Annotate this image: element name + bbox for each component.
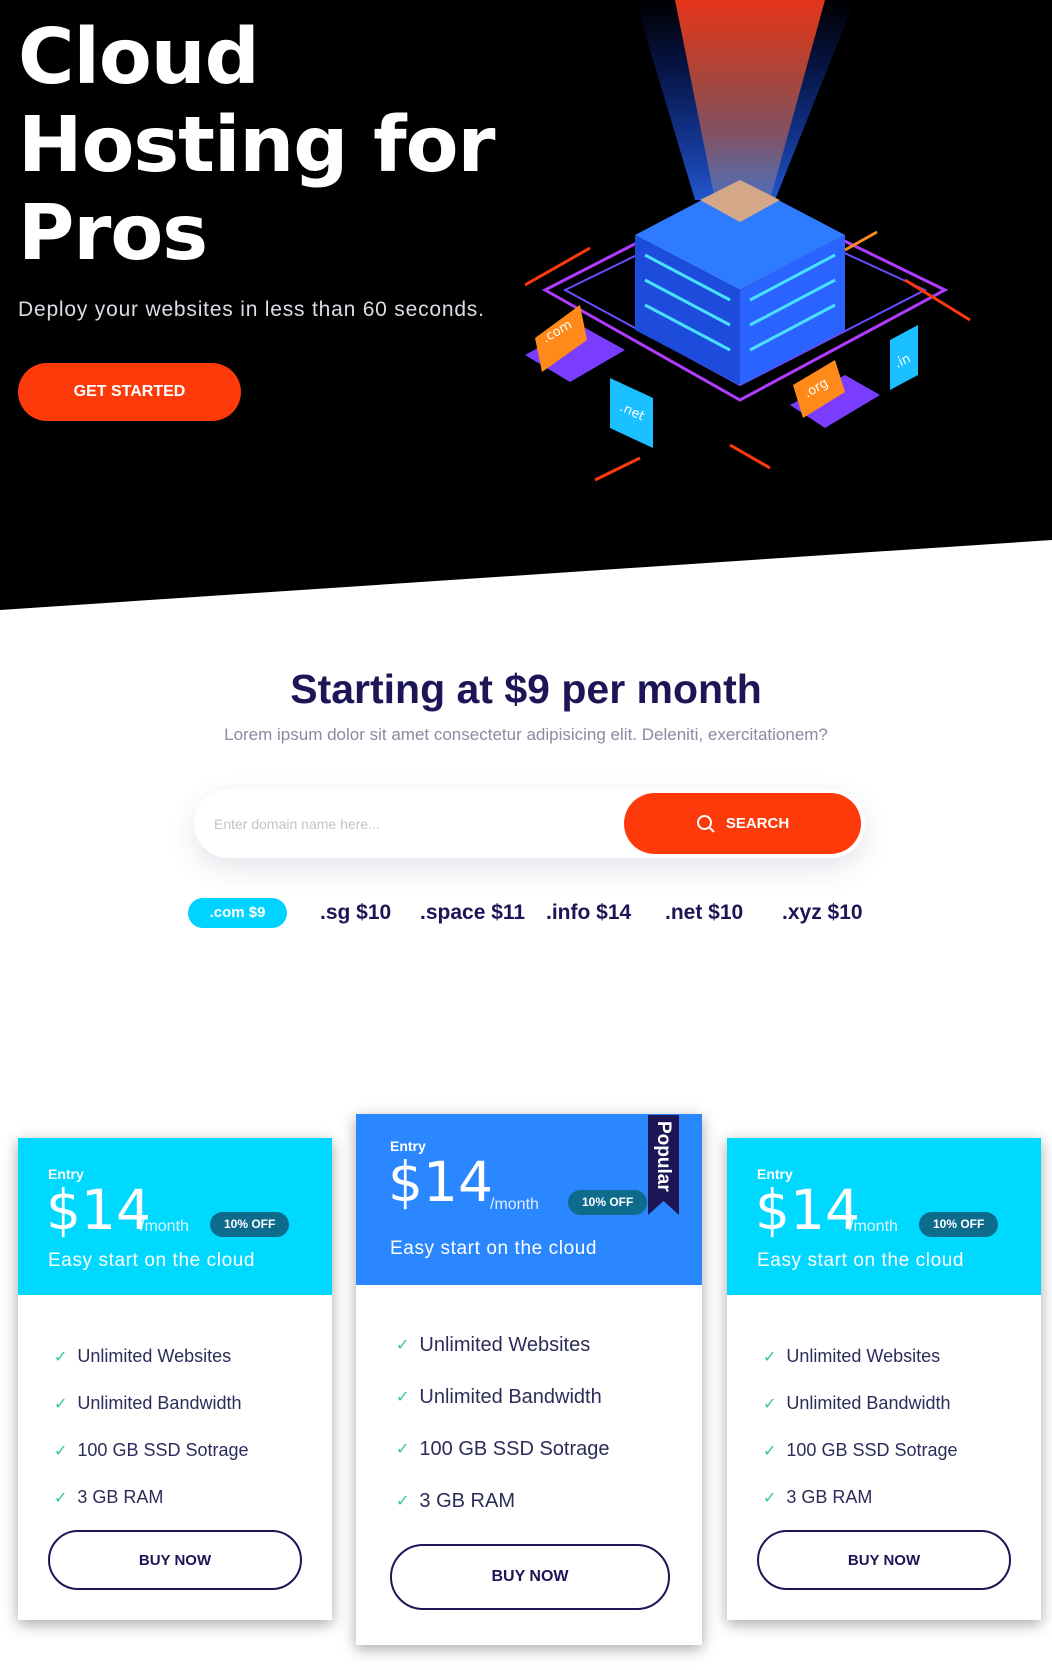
feature-item: ✓ Unlimited Bandwidth [396,1385,602,1408]
buy-now-button[interactable]: BUY NOW [390,1544,670,1610]
check-icon: ✓ [396,1389,410,1406]
feature-item: ✓ 3 GB RAM [763,1487,873,1507]
check-icon: ✓ [396,1337,410,1354]
pricing-card-left: Entry $14 /month 10% OFF Easy start on t… [18,1138,332,1620]
feature-item: ✓ Unlimited Websites [54,1346,232,1366]
feature-item: ✓ Unlimited Websites [396,1333,591,1356]
plan-tagline: Easy start on the cloud [390,1238,598,1259]
tld-price-list: .com $9 .sg $10 .space $11 .info $14 .ne… [188,896,888,930]
domain-search-bar: SEARCH [194,789,865,858]
tld-sg[interactable]: .sg $10 [320,896,391,930]
popular-ribbon: Popular [648,1115,679,1215]
feature-list: ✓ Unlimited Websites ✓ Unlimited Bandwidth… [396,1319,610,1527]
feature-item: ✓ Unlimited Bandwidth [763,1393,951,1413]
popular-ribbon-label: Popular [653,1121,674,1192]
search-button[interactable]: SEARCH [624,793,861,854]
check-icon: ✓ [54,1395,68,1413]
buy-now-button[interactable]: BUY NOW [48,1530,302,1590]
pricing-card-right: Entry $14 /month 10% OFF Easy start on t… [727,1138,1041,1620]
check-icon: ✓ [763,1395,777,1413]
plan-price: $14 [755,1178,860,1242]
check-icon: ✓ [54,1442,68,1460]
server-cloud-illustration: .com .net .org .in [525,0,971,482]
check-icon: ✓ [54,1348,68,1366]
feature-list: ✓ Unlimited Websites ✓ Unlimited Bandwidth… [763,1333,958,1521]
tld-xyz[interactable]: .xyz $10 [782,896,863,930]
tld-net[interactable]: .net $10 [665,896,743,930]
tld-com[interactable]: .com $9 [188,898,287,928]
check-icon: ✓ [763,1442,777,1460]
check-icon: ✓ [396,1493,410,1510]
feature-item: ✓ 100 GB SSD Sotrage [396,1437,610,1460]
check-icon: ✓ [54,1489,68,1507]
card-header: Entry $14 /month 10% OFF Easy start on t… [18,1138,332,1295]
search-button-label: SEARCH [725,815,790,832]
check-icon: ✓ [396,1441,410,1458]
feature-item: ✓ Unlimited Bandwidth [54,1393,242,1413]
feature-list: ✓ Unlimited Websites ✓ Unlimited Bandwidth… [54,1333,249,1521]
plan-price: $14 [46,1178,151,1242]
hero-section: Cloud Hosting for Pros Deploy your websi… [0,0,1052,610]
tld-info[interactable]: .info $14 [546,896,631,930]
feature-item: ✓ 3 GB RAM [396,1489,515,1512]
feature-item: ✓ 3 GB RAM [54,1487,164,1507]
discount-badge: 10% OFF [919,1212,999,1237]
feature-item: ✓ 100 GB SSD Sotrage [54,1440,249,1460]
check-icon: ✓ [763,1348,777,1366]
discount-badge: 10% OFF [568,1190,648,1215]
card-header: Entry $14 /month 10% OFF Easy start on t… [727,1138,1041,1295]
plan-period: /month [140,1218,189,1235]
plan-tagline: Easy start on the cloud [757,1250,965,1271]
tld-space[interactable]: .space $11 [420,896,525,930]
hero-title: Cloud Hosting for Pros [18,13,496,278]
plan-price: $14 [388,1150,493,1214]
plan-tagline: Easy start on the cloud [48,1250,256,1271]
pricing-subtitle: Lorem ipsum dolor sit amet consectetur a… [224,725,828,744]
plan-period: /month [490,1196,539,1213]
domain-search-input[interactable] [214,807,594,841]
feature-item: ✓ 100 GB SSD Sotrage [763,1440,958,1460]
feature-item: ✓ Unlimited Websites [763,1346,941,1366]
buy-now-button[interactable]: BUY NOW [757,1530,1011,1590]
discount-badge: 10% OFF [210,1212,290,1237]
search-icon [696,814,715,833]
get-started-button[interactable]: GET STARTED [18,363,241,421]
check-icon: ✓ [763,1489,777,1507]
hero-subtitle: Deploy your websites in less than 60 sec… [18,298,485,321]
plan-period: /month [849,1218,898,1235]
pricing-title: Starting at $9 per month [290,666,762,712]
